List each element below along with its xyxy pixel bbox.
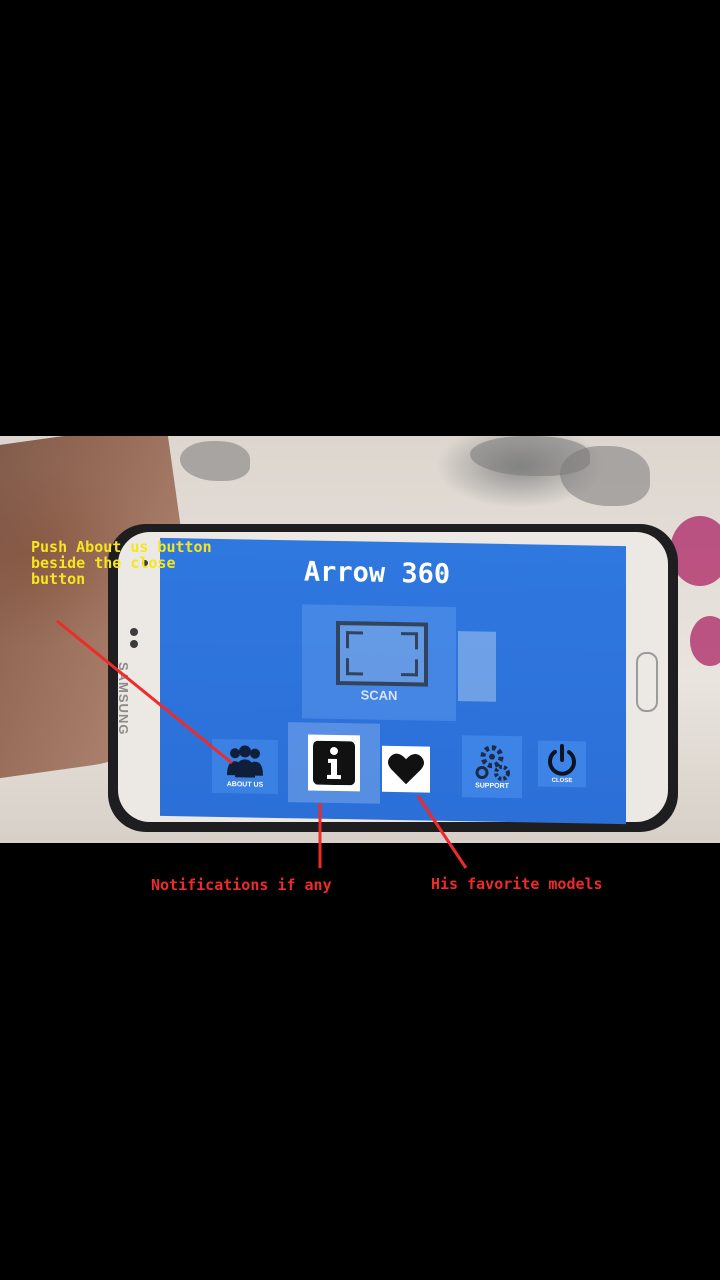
about-annotation: Push About us button beside the close bu… bbox=[31, 538, 212, 588]
fabric-pattern bbox=[560, 446, 650, 506]
close-label: CLOSE bbox=[551, 777, 573, 785]
scan-label: SCAN bbox=[360, 687, 398, 704]
favorites-annotation: His favorite models bbox=[431, 875, 603, 893]
corner-mark bbox=[346, 631, 363, 649]
favorites-button[interactable] bbox=[382, 745, 430, 793]
camera-dot bbox=[130, 640, 138, 648]
power-icon bbox=[548, 743, 576, 776]
scan-side-tile bbox=[458, 631, 496, 702]
notifications-annotation: Notifications if any bbox=[151, 876, 332, 894]
about-us-button[interactable]: ABOUT US bbox=[212, 738, 278, 794]
home-button[interactable] bbox=[636, 652, 658, 712]
brand-label: SAMSUNG bbox=[116, 662, 131, 736]
about-us-label: ABOUT US bbox=[226, 780, 264, 789]
info-icon-frame bbox=[308, 734, 360, 792]
notifications-button[interactable] bbox=[288, 722, 380, 804]
fabric-flower bbox=[690, 616, 720, 666]
gears-icon bbox=[475, 744, 510, 781]
corner-mark bbox=[401, 632, 418, 650]
support-label: SUPPORT bbox=[475, 781, 509, 790]
scan-frame-icon bbox=[336, 621, 428, 687]
fabric-pattern bbox=[180, 441, 250, 481]
app-screen: Arrow 360 SCAN ABOUT US SUPPORT CLOSE bbox=[160, 537, 626, 825]
close-button[interactable]: CLOSE bbox=[538, 740, 586, 788]
heart-icon bbox=[388, 753, 424, 785]
people-group-icon bbox=[227, 744, 263, 778]
scan-button[interactable]: SCAN bbox=[302, 604, 456, 722]
camera-dot bbox=[130, 628, 138, 636]
support-button[interactable]: SUPPORT bbox=[462, 735, 522, 799]
corner-mark bbox=[346, 658, 363, 676]
info-icon bbox=[313, 740, 355, 786]
corner-mark bbox=[401, 659, 418, 677]
